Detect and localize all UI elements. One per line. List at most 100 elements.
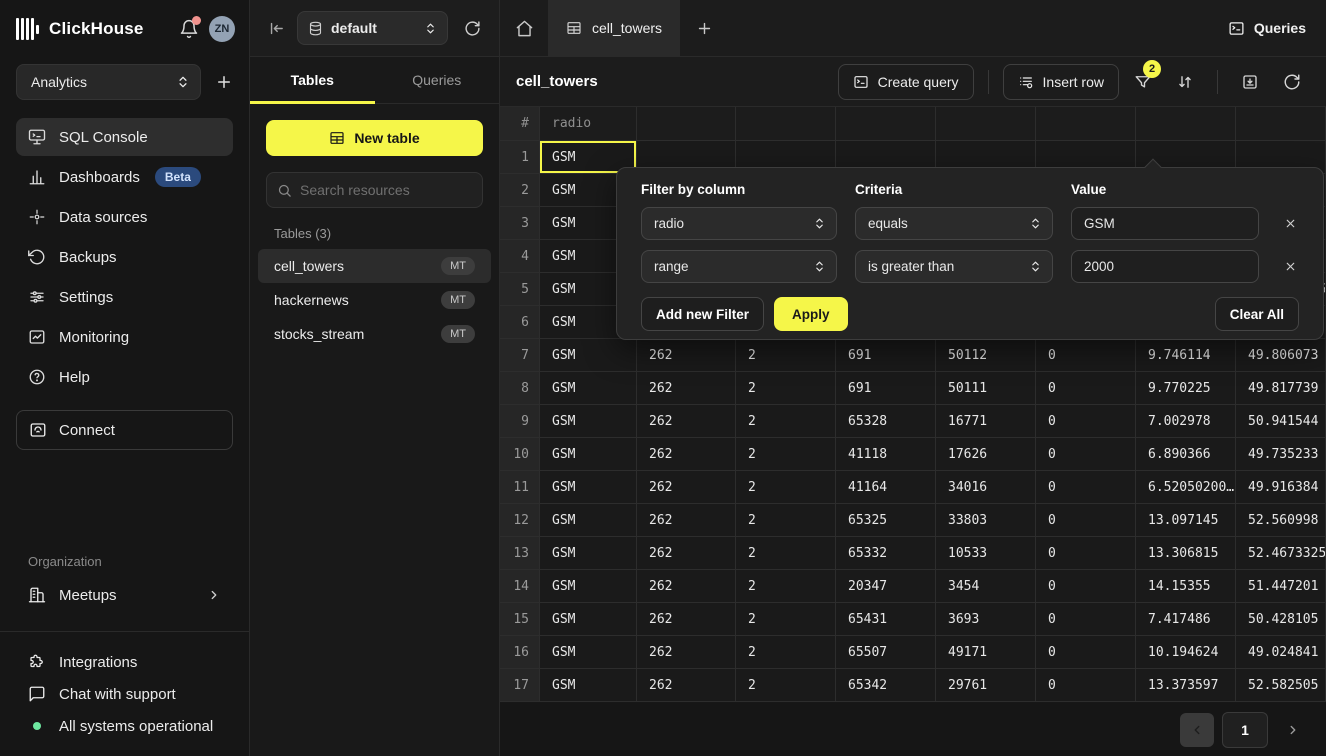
table-cell[interactable]: 0 — [1036, 636, 1136, 669]
table-cell[interactable]: 262 — [637, 570, 736, 603]
table-cell[interactable]: 41118 — [836, 438, 936, 471]
table-cell[interactable]: 65431 — [836, 603, 936, 636]
table-cell[interactable]: 13.097145 — [1136, 504, 1236, 537]
column-header[interactable] — [1136, 107, 1236, 141]
integrations-link[interactable]: Integrations — [16, 646, 233, 678]
table-cell[interactable]: 2 — [736, 537, 836, 570]
sidebar-item-settings[interactable]: Settings — [16, 278, 233, 316]
table-cell[interactable]: 2 — [736, 471, 836, 504]
filter-criteria-select[interactable]: is greater than — [855, 250, 1053, 283]
collapse-sidebar-icon[interactable] — [268, 20, 285, 37]
table-cell[interactable]: 691 — [836, 339, 936, 372]
connect-button[interactable]: Connect — [16, 410, 233, 450]
remove-filter-button[interactable] — [1277, 254, 1303, 280]
table-cell[interactable]: 262 — [637, 636, 736, 669]
sidebar-item-monitoring[interactable]: Monitoring — [16, 318, 233, 356]
table-cell[interactable]: 0 — [1036, 438, 1136, 471]
filter-criteria-select[interactable]: equals — [855, 207, 1053, 240]
table-cell[interactable]: 14.15355 — [1136, 570, 1236, 603]
tab-cell-towers[interactable]: cell_towers — [548, 0, 680, 56]
new-tab-button[interactable] — [680, 0, 728, 56]
table-cell[interactable]: 262 — [637, 669, 736, 702]
insert-row-button[interactable]: Insert row — [1003, 64, 1119, 100]
table-cell[interactable]: 49.735233 — [1236, 438, 1326, 471]
table-cell[interactable]: GSM — [540, 669, 637, 702]
table-cell[interactable]: 65325 — [836, 504, 936, 537]
queries-button[interactable]: Queries — [1228, 20, 1306, 37]
table-cell[interactable]: 65507 — [836, 636, 936, 669]
column-header[interactable] — [1236, 107, 1326, 141]
table-cell[interactable]: 2 — [736, 339, 836, 372]
table-cell[interactable]: 65342 — [836, 669, 936, 702]
page-number[interactable]: 1 — [1222, 712, 1268, 748]
table-cell[interactable]: 0 — [1036, 471, 1136, 504]
table-cell[interactable]: 50.428105 — [1236, 603, 1326, 636]
table-cell[interactable]: 2 — [736, 669, 836, 702]
table-cell[interactable]: 0 — [1036, 372, 1136, 405]
table-cell[interactable]: 29761 — [936, 669, 1036, 702]
create-query-button[interactable]: Create query — [838, 64, 974, 100]
table-cell[interactable]: 0 — [1036, 669, 1136, 702]
table-cell[interactable]: 262 — [637, 504, 736, 537]
table-cell[interactable]: 0 — [1036, 570, 1136, 603]
table-cell[interactable]: GSM — [540, 504, 637, 537]
filter-column-select[interactable]: radio — [641, 207, 837, 240]
sidebar-item-backups[interactable]: Backups — [16, 238, 233, 276]
tab-tables[interactable]: Tables — [250, 57, 375, 103]
sidebar-item-help[interactable]: Help — [16, 358, 233, 396]
table-cell[interactable]: GSM — [540, 339, 637, 372]
table-cell[interactable]: 262 — [637, 372, 736, 405]
table-cell[interactable]: 33803 — [936, 504, 1036, 537]
table-cell[interactable]: 6.52050200… — [1136, 471, 1236, 504]
table-cell[interactable]: 6.890366 — [1136, 438, 1236, 471]
filter-button[interactable]: 2 — [1125, 64, 1161, 100]
filter-value-input[interactable] — [1071, 207, 1259, 240]
table-item-cell-towers[interactable]: cell_towers MT — [258, 249, 491, 283]
table-cell[interactable]: 2 — [736, 372, 836, 405]
new-table-button[interactable]: New table — [266, 120, 483, 156]
table-cell[interactable]: GSM — [540, 636, 637, 669]
table-cell[interactable]: GSM — [540, 405, 637, 438]
table-cell[interactable]: 13.373597 — [1136, 669, 1236, 702]
table-cell[interactable]: 49.916384 — [1236, 471, 1326, 504]
table-cell[interactable]: GSM — [540, 438, 637, 471]
add-workspace-button[interactable] — [215, 73, 233, 91]
table-cell[interactable]: 2 — [736, 570, 836, 603]
table-cell[interactable]: 262 — [637, 405, 736, 438]
table-cell[interactable]: 262 — [637, 537, 736, 570]
table-cell[interactable]: 2 — [736, 636, 836, 669]
table-cell[interactable]: 49.817739 — [1236, 372, 1326, 405]
table-cell[interactable]: GSM — [540, 537, 637, 570]
table-cell[interactable]: 50.941544 — [1236, 405, 1326, 438]
table-cell[interactable]: 49171 — [936, 636, 1036, 669]
table-cell[interactable]: 9.770225 — [1136, 372, 1236, 405]
remove-filter-button[interactable] — [1277, 211, 1303, 237]
table-cell[interactable]: 262 — [637, 471, 736, 504]
search-input[interactable] — [300, 182, 472, 198]
table-cell[interactable]: 51.447201 — [1236, 570, 1326, 603]
table-item-stocks-stream[interactable]: stocks_stream MT — [258, 317, 491, 351]
table-cell[interactable]: 2 — [736, 405, 836, 438]
table-cell[interactable]: 41164 — [836, 471, 936, 504]
notifications-bell-icon[interactable] — [179, 19, 199, 39]
sort-button[interactable] — [1167, 64, 1203, 100]
table-cell[interactable]: 7.002978 — [1136, 405, 1236, 438]
table-cell[interactable]: GSM — [540, 570, 637, 603]
home-icon[interactable] — [500, 0, 548, 56]
search-resources[interactable] — [266, 172, 483, 208]
apply-filter-button[interactable]: Apply — [774, 297, 848, 331]
column-header[interactable] — [936, 107, 1036, 141]
table-cell[interactable]: 2 — [736, 603, 836, 636]
table-cell[interactable]: 34016 — [936, 471, 1036, 504]
table-cell[interactable]: 9.746114 — [1136, 339, 1236, 372]
sidebar-item-data-sources[interactable]: Data sources — [16, 198, 233, 236]
refresh-tables-button[interactable] — [460, 16, 485, 41]
table-cell[interactable]: 0 — [1036, 537, 1136, 570]
avatar[interactable]: ZN — [209, 16, 235, 42]
sidebar-item-sql-console[interactable]: SQL Console — [16, 118, 233, 156]
table-cell[interactable]: 262 — [637, 603, 736, 636]
add-filter-button[interactable]: Add new Filter — [641, 297, 764, 331]
table-cell[interactable]: 10.194624 — [1136, 636, 1236, 669]
table-cell[interactable]: 2 — [736, 438, 836, 471]
table-cell[interactable]: 0 — [1036, 603, 1136, 636]
